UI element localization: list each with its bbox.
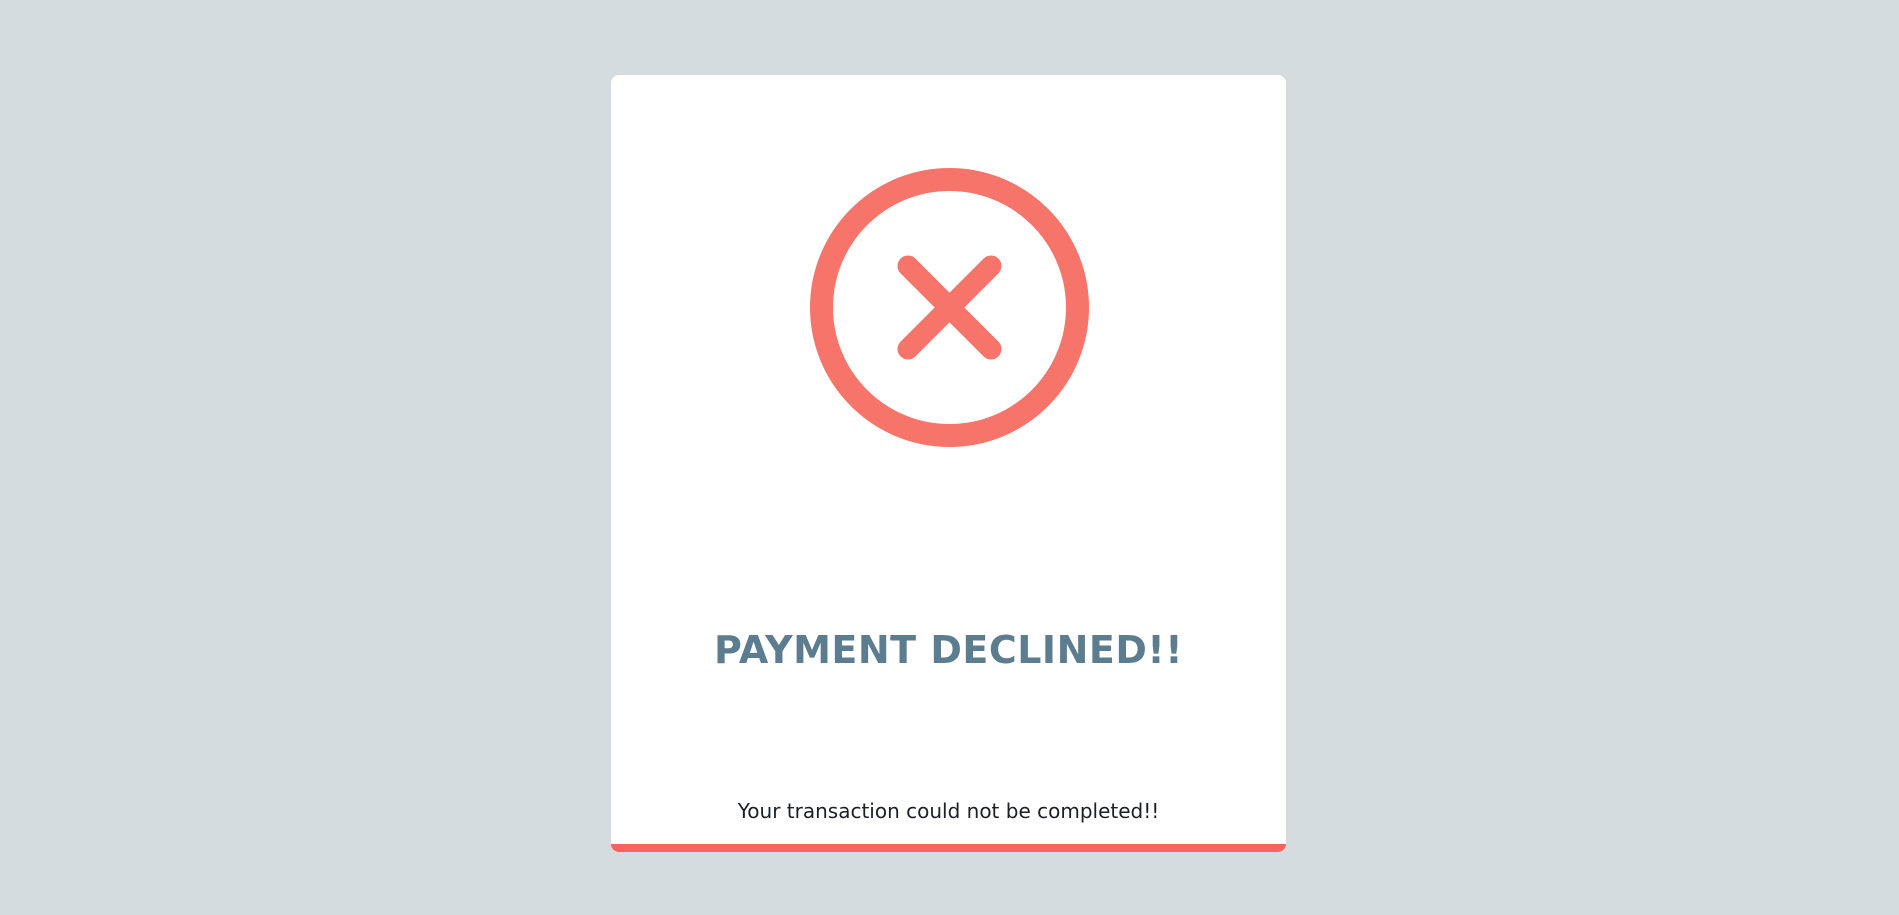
- dialog-message: Your transaction could not be completed!…: [737, 799, 1160, 823]
- card-accent-bar: [611, 844, 1286, 852]
- error-x-circle-icon: [808, 166, 1091, 449]
- error-x-circle-icon-svg: [810, 168, 1089, 447]
- dialog-title: PAYMENT DECLINED!!: [713, 628, 1184, 672]
- payment-declined-card: PAYMENT DECLINED!! Your transaction coul…: [611, 75, 1286, 852]
